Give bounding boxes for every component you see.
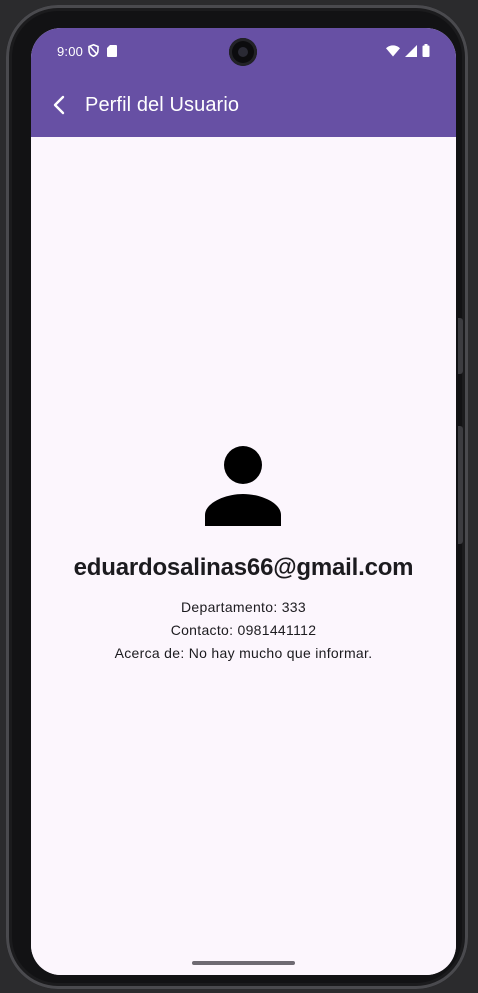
- status-left-icons: [88, 43, 117, 62]
- shield-icon: [88, 43, 99, 62]
- status-time: 9:00: [57, 44, 84, 59]
- person-icon: [201, 442, 285, 526]
- status-right-icons: [386, 44, 430, 62]
- top-app-bar: Perfil del Usuario: [31, 76, 456, 137]
- profile-content: eduardosalinas66@gmail.com Departamento:…: [31, 137, 456, 975]
- phone-frame: 9:00 Perfil del Usuario eduardosalinas66…: [6, 5, 468, 989]
- contact-text: Contacto: 0981441112: [170, 622, 317, 638]
- status-bar: 9:00: [31, 28, 456, 76]
- page-title: Perfil del Usuario: [85, 94, 240, 116]
- back-button[interactable]: [41, 89, 77, 125]
- wifi-icon: [386, 44, 400, 62]
- front-camera: [229, 38, 257, 66]
- chevron-left-icon: [52, 95, 66, 120]
- screen: 9:00 Perfil del Usuario eduardosalinas66…: [31, 28, 456, 975]
- volume-button: [458, 318, 463, 374]
- sd-card-icon: [107, 44, 117, 62]
- power-button: [458, 426, 463, 544]
- department-text: Departamento: 333: [181, 599, 306, 615]
- home-indicator[interactable]: [192, 961, 295, 965]
- about-text: Acerca de: No hay mucho que informar.: [114, 645, 373, 661]
- user-email: eduardosalinas66@gmail.com: [73, 554, 414, 581]
- cellular-signal-icon: [405, 44, 417, 62]
- battery-icon: [422, 44, 430, 62]
